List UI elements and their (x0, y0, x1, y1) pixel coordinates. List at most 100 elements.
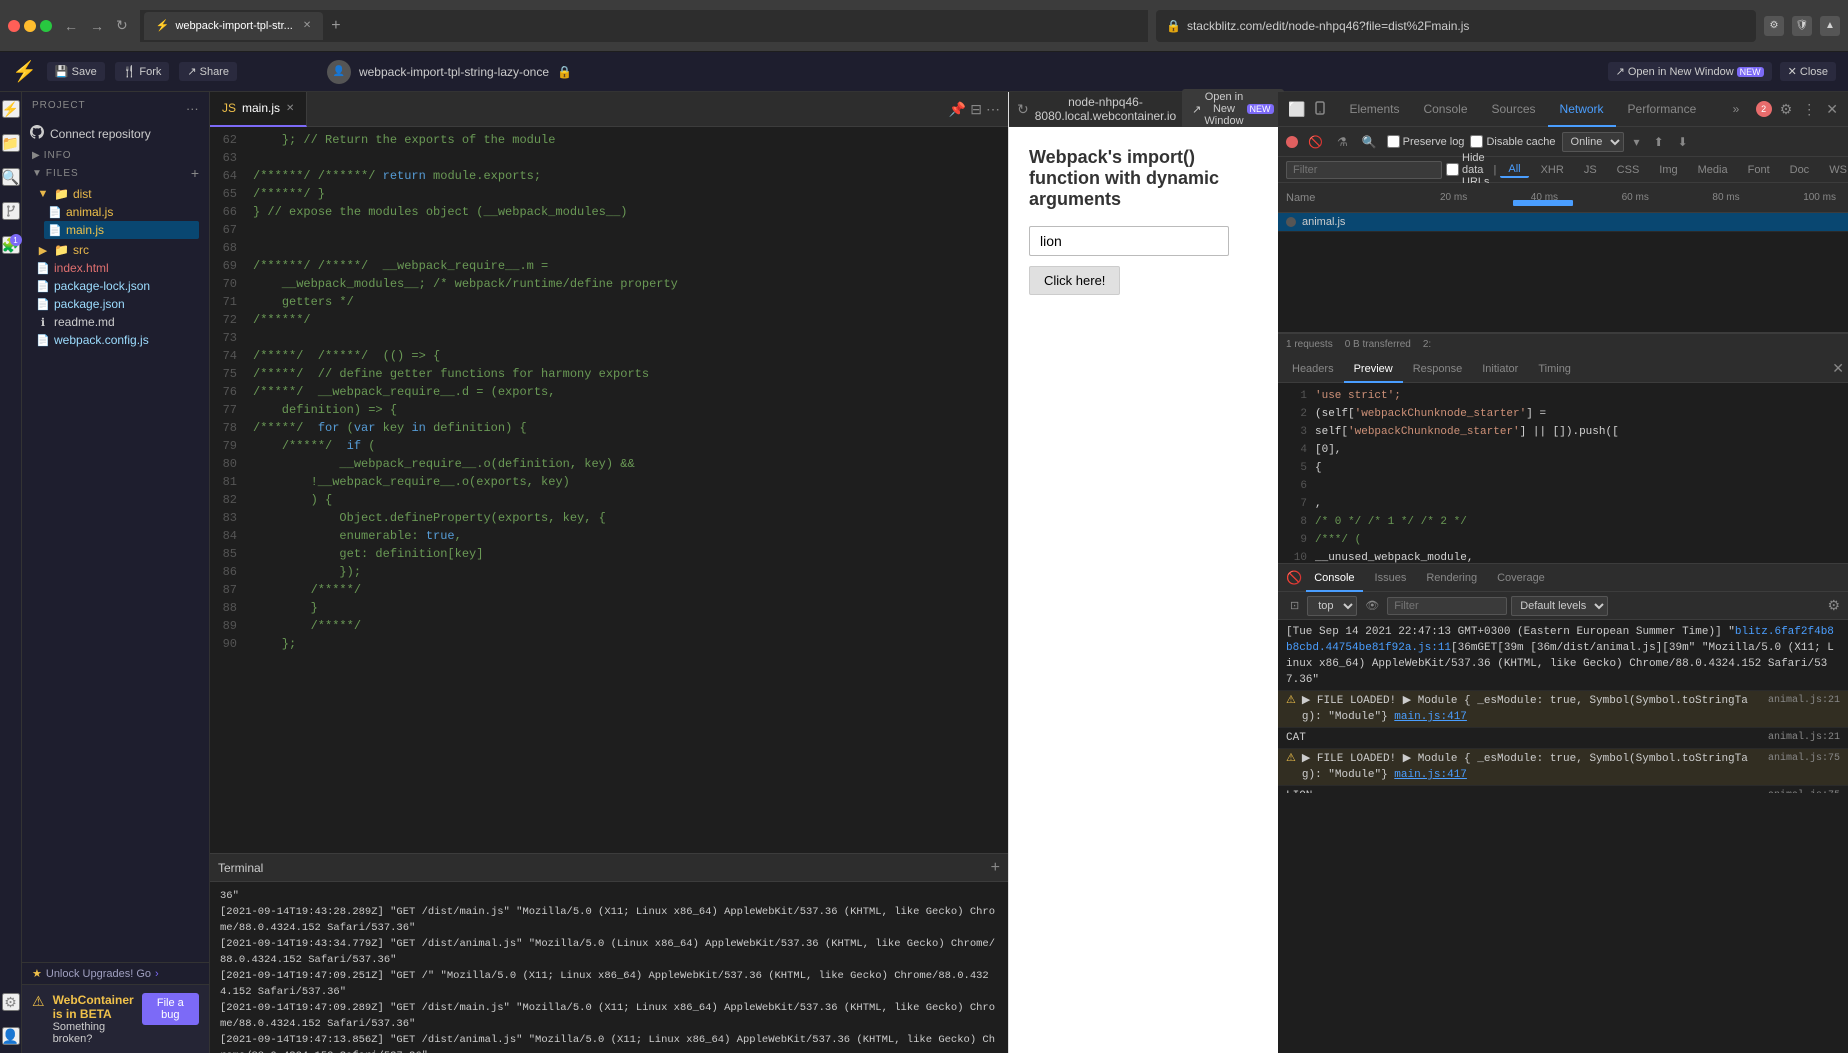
console-top-selector[interactable]: top (1307, 596, 1357, 616)
console-stream-btn[interactable]: ⊡ (1286, 597, 1303, 614)
more-tabs-btn[interactable]: ⋯ (986, 101, 1000, 118)
extension-icon-3[interactable]: ▲ (1820, 16, 1840, 36)
pin-tab-btn[interactable]: 📌 (949, 101, 966, 118)
filter-tag-js[interactable]: JS (1576, 163, 1605, 177)
terminal-content[interactable]: 36" [2021-09-14T19:43:28.289Z] "GET /dis… (210, 882, 1008, 1053)
extension-icon-1[interactable]: ⚙ (1764, 16, 1784, 36)
devtools-tab-elements[interactable]: Elements (1337, 92, 1411, 127)
terminal-tab[interactable]: Terminal (218, 861, 263, 875)
network-item-animal-js[interactable]: animal.js (1278, 213, 1848, 232)
console-tab-rendering[interactable]: Rendering (1418, 564, 1485, 592)
console-clear-btn[interactable]: 🚫 (1286, 570, 1302, 586)
split-editor-btn[interactable]: ⊟ (970, 101, 982, 118)
file-tree-item-dist[interactable]: ▼ 📁 dist (32, 185, 199, 203)
network-import-btn[interactable]: ⬆ (1650, 133, 1668, 151)
devtools-device-btn[interactable] (1311, 99, 1329, 120)
new-file-btn[interactable]: + (191, 165, 199, 181)
file-tree-item-package-json[interactable]: 📄 package.json (32, 295, 199, 313)
sidebar-icon-settings[interactable]: ⚙ (2, 993, 20, 1011)
console-filter-input[interactable] (1387, 597, 1507, 615)
devtools-tab-more[interactable]: » (1721, 92, 1744, 127)
tab-close-icon[interactable]: ✕ (286, 103, 294, 114)
terminal-add-btn[interactable]: + (991, 859, 1000, 877)
preview-tab-initiator[interactable]: Initiator (1472, 355, 1528, 383)
network-filter-btn[interactable]: ⚗ (1333, 133, 1352, 151)
throttle-select[interactable]: Online (1562, 132, 1624, 152)
file-tree-item-package-lock[interactable]: 📄 package-lock.json (32, 277, 199, 295)
devtools-tab-sources[interactable]: Sources (1480, 92, 1548, 127)
network-search-btn[interactable]: 🔍 (1358, 133, 1381, 151)
project-options-btn[interactable]: … (186, 98, 199, 113)
window-close-btn[interactable] (8, 20, 20, 32)
console-level-select[interactable]: Default levels (1511, 596, 1608, 616)
address-bar[interactable]: 🔒 (1156, 10, 1756, 42)
filter-tag-img[interactable]: Img (1651, 163, 1685, 177)
console-tab-coverage[interactable]: Coverage (1489, 564, 1553, 592)
console-content[interactable]: [Tue Sep 14 2021 22:47:13 GMT+0300 (East… (1278, 620, 1848, 793)
info-section-header[interactable]: ▶ INFO (32, 150, 199, 161)
file-tree-item-main-js[interactable]: 📄 main.js (44, 221, 199, 239)
sidebar-icon-extensions[interactable]: 🧩 1 (2, 236, 20, 254)
file-tree-item-animal-js[interactable]: 📄 animal.js (44, 203, 199, 221)
network-clear-btn[interactable]: 🚫 (1304, 133, 1327, 151)
network-filter-input[interactable] (1286, 161, 1442, 179)
console-link-main-2[interactable]: main.js:417 (1394, 769, 1467, 781)
network-export-btn[interactable]: ⬇ (1674, 133, 1692, 151)
disable-cache-checkbox[interactable] (1470, 135, 1483, 148)
share-btn[interactable]: ↗ Share (179, 62, 237, 81)
filter-tag-xhr[interactable]: XHR (1533, 163, 1572, 177)
file-tree-item-src[interactable]: ▶ 📁 src (32, 241, 199, 259)
devtools-tab-console[interactable]: Console (1411, 92, 1479, 127)
console-tab-issues[interactable]: Issues (1367, 564, 1415, 592)
filter-tag-media[interactable]: Media (1690, 163, 1736, 177)
preview-refresh-btn[interactable]: ↻ (1017, 101, 1029, 118)
console-eye-btn[interactable]: 👁 (1361, 597, 1383, 614)
file-tree-item-index-html[interactable]: 📄 index.html (32, 259, 199, 277)
nav-refresh-btn[interactable]: ↻ (112, 15, 132, 36)
close-preview-btn[interactable]: ✕ Close (1780, 62, 1836, 81)
filter-tag-ws[interactable]: WS (1821, 163, 1848, 177)
console-tab-console[interactable]: Console (1306, 564, 1362, 592)
preview-click-btn[interactable]: Click here! (1029, 266, 1120, 295)
connect-repo-btn[interactable]: Connect repository (22, 119, 209, 148)
console-link-main[interactable]: main.js:417 (1394, 711, 1467, 723)
sidebar-icon-search[interactable]: 🔍 (2, 168, 20, 186)
window-maximize-btn[interactable] (40, 20, 52, 32)
file-tree-item-readme[interactable]: ℹ readme.md (32, 313, 199, 331)
file-tree-item-webpack-config[interactable]: 📄 webpack.config.js (32, 331, 199, 349)
preview-panel-close-btn[interactable]: ✕ (1832, 360, 1844, 377)
open-preview-new-window-btn[interactable]: ↗ Open in New Window NEW (1182, 89, 1283, 129)
nav-back-btn[interactable]: ← (60, 16, 82, 36)
hide-data-urls-checkbox[interactable] (1446, 163, 1459, 176)
devtools-more-options-btn[interactable]: ⋮ (1800, 99, 1818, 120)
preview-tab-preview[interactable]: Preview (1344, 355, 1403, 383)
sidebar-icon-files[interactable]: 📁 (2, 134, 20, 152)
filter-tag-all[interactable]: All (1500, 162, 1528, 178)
nav-forward-btn[interactable]: → (86, 16, 108, 36)
preview-search-input[interactable] (1029, 226, 1229, 256)
editor-tab-main-js[interactable]: JS main.js ✕ (210, 92, 307, 127)
new-tab-btn[interactable]: + (327, 17, 344, 35)
devtools-close-btn[interactable]: ✕ (1824, 99, 1840, 120)
devtools-inspect-btn[interactable]: ⬜ (1286, 99, 1307, 120)
browser-tab-active[interactable]: ⚡ webpack-import-tpl-str... ✕ (144, 12, 323, 40)
window-minimize-btn[interactable] (24, 20, 36, 32)
network-throttle-btn[interactable]: ▾ (1630, 133, 1644, 151)
sidebar-icon-git[interactable] (2, 202, 20, 220)
open-new-window-btn[interactable]: ↗ Open in New Window NEW (1608, 62, 1772, 81)
extension-icon-2[interactable]: 🛡 (1792, 16, 1812, 36)
sidebar-icon-lightning[interactable]: ⚡ (2, 100, 20, 118)
files-section-header[interactable]: ▼ FILES + (32, 165, 199, 181)
fork-btn[interactable]: 🍴 Fork (115, 62, 170, 81)
filter-tag-font[interactable]: Font (1740, 163, 1778, 177)
filter-tag-doc[interactable]: Doc (1782, 163, 1818, 177)
network-record-btn[interactable] (1286, 136, 1298, 148)
preview-tab-response[interactable]: Response (1403, 355, 1473, 383)
sidebar-icon-account[interactable]: 👤 (2, 1027, 20, 1045)
preview-tab-timing[interactable]: Timing (1528, 355, 1581, 383)
filter-tag-css[interactable]: CSS (1609, 163, 1648, 177)
devtools-tab-network[interactable]: Network (1548, 92, 1616, 127)
disable-cache-label[interactable]: Disable cache (1470, 135, 1555, 148)
devtools-tab-performance[interactable]: Performance (1616, 92, 1709, 127)
tab-close-btn[interactable]: ✕ (303, 20, 311, 31)
